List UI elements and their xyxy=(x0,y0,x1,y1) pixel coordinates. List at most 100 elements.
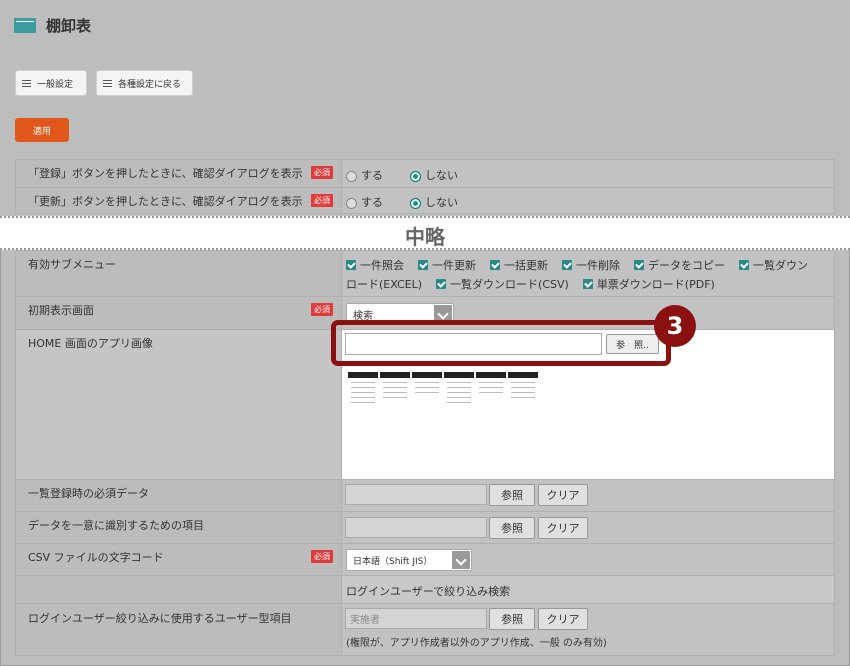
step-number-badge: 3 xyxy=(654,305,696,347)
submenu-item-label: 単票ダウンロード(PDF) xyxy=(596,278,715,291)
home-image-label-cell: HOME 画面のアプリ画像 xyxy=(15,329,342,480)
back-to-settings-label: 各種設定に戻る xyxy=(118,79,182,90)
login-filter-section-cell: ログインユーザーで絞り込み検索 xyxy=(341,575,835,604)
csv-encoding-label-cell: CSV ファイルの文字コード 必須 xyxy=(15,543,342,576)
login-filter-section-row: ログインユーザーで絞り込み検索 xyxy=(15,575,835,604)
radio-no[interactable] xyxy=(410,170,421,182)
initial-screen-label: 初期表示画面 xyxy=(28,304,94,317)
clear-button[interactable]: クリア xyxy=(538,484,588,506)
checkbox-icon xyxy=(634,260,644,270)
login-filter-input[interactable]: 実施者 xyxy=(345,608,487,629)
submenu-item[interactable]: 一件削除 xyxy=(562,259,620,272)
required-data-row: 一覧登録時の必須データ 参照 クリア xyxy=(15,479,835,512)
radio-yes[interactable] xyxy=(346,197,357,209)
confirm-update-options: する しない xyxy=(341,187,835,214)
list-icon xyxy=(22,79,31,87)
csv-encoding-row: CSV ファイルの文字コード 必須 日本語（Shift JIS） xyxy=(15,543,835,576)
reference-button[interactable]: 参照 xyxy=(489,484,535,506)
submenu-row: 有効サブメニュー 一件照会 一件更新 一括更新 一件削除 データをコピー 一覧ダ… xyxy=(15,250,835,297)
submenu-item-label: 一覧ダウンロード(CSV) xyxy=(450,278,569,291)
preview-thumbnail xyxy=(412,372,442,472)
submenu-item[interactable]: 一括更新 xyxy=(490,259,548,272)
submenu-options: 一件照会 一件更新 一括更新 一件削除 データをコピー 一覧ダウンロード(EXC… xyxy=(341,250,835,297)
chevron-down-icon xyxy=(452,551,470,569)
checkbox-icon xyxy=(582,279,593,289)
login-filter-item-row: ログインユーザー絞り込みに使用するユーザー型項目 実施者 参照 クリア (権限が… xyxy=(15,603,835,656)
submenu-label-cell: 有効サブメニュー xyxy=(15,250,342,297)
checkbox-icon xyxy=(562,260,572,270)
confirm-update-label-cell: 「更新」ボタンを押したときに、確認ダイアログを表示 必須 xyxy=(15,187,342,214)
app-window-icon xyxy=(14,18,36,33)
confirm-register-label-cell: 「登録」ボタンを押したときに、確認ダイアログを表示 必須 xyxy=(15,159,342,188)
checkbox-icon xyxy=(346,260,356,270)
submenu-item[interactable]: 一件更新 xyxy=(418,259,476,272)
home-image-label: HOME 画面のアプリ画像 xyxy=(28,337,153,350)
login-filter-section-title: ログインユーザーで絞り込み検索 xyxy=(346,585,511,598)
confirm-register-options: する しない xyxy=(341,159,835,188)
unique-item-label-cell: データを一意に識別するための項目 xyxy=(15,511,342,544)
unique-item-row: データを一意に識別するための項目 参照 クリア xyxy=(15,511,835,544)
reference-button[interactable]: 参照 xyxy=(489,608,535,630)
settings-table-top: 「登録」ボタンを押したときに、確認ダイアログを表示 必須 する しない 「更新」… xyxy=(15,159,835,214)
login-filter-item-label: ログインユーザー絞り込みに使用するユーザー型項目 xyxy=(28,612,292,625)
reference-button[interactable]: 参照 xyxy=(489,517,535,539)
general-settings-label: 一般設定 xyxy=(37,79,74,90)
required-badge: 必須 xyxy=(311,303,333,316)
radio-yes[interactable] xyxy=(346,170,357,182)
csv-encoding-value: 日本語（Shift JIS） xyxy=(353,556,433,567)
checkbox-icon xyxy=(490,260,500,270)
preview-thumbnail xyxy=(348,372,378,472)
submenu-item[interactable]: 一件照会 xyxy=(346,259,404,272)
submenu-item-label: 一件照会 xyxy=(360,259,404,272)
clear-button[interactable]: クリア xyxy=(538,608,588,630)
required-data-label: 一覧登録時の必須データ xyxy=(28,487,149,500)
preview-thumbnail xyxy=(476,372,506,472)
confirm-register-row: 「登録」ボタンを押したときに、確認ダイアログを表示 必須 する しない xyxy=(15,159,835,188)
apply-button[interactable]: 適用 xyxy=(15,118,69,142)
back-to-settings-button[interactable]: 各種設定に戻る xyxy=(96,70,193,96)
required-badge: 必須 xyxy=(311,166,333,179)
csv-encoding-select[interactable]: 日本語（Shift JIS） xyxy=(346,549,472,571)
page-title: 棚卸表 xyxy=(46,17,92,35)
submenu-item-label: データをコピー xyxy=(648,259,725,272)
section-spacer xyxy=(15,575,342,604)
submenu-item[interactable]: 単票ダウンロード(PDF) xyxy=(582,278,715,291)
required-data-label-cell: 一覧登録時の必須データ xyxy=(15,479,342,512)
radio-no-label: しない xyxy=(425,196,458,209)
submenu-item-label: 一件削除 xyxy=(576,259,620,272)
unique-item-input[interactable] xyxy=(345,517,487,538)
login-filter-item-cell: 実施者 参照 クリア (権限が、アプリ作成者以外のアプリ作成、一般 のみ有効) xyxy=(341,603,835,656)
omitted-band: 中略 xyxy=(0,216,850,250)
submenu-item-label: 一括更新 xyxy=(504,259,548,272)
submenu-item[interactable]: データをコピー xyxy=(634,259,725,272)
checkbox-icon xyxy=(418,260,428,270)
clear-button[interactable]: クリア xyxy=(538,517,588,539)
csv-encoding-label: CSV ファイルの文字コード xyxy=(28,551,164,564)
required-badge: 必須 xyxy=(311,194,333,207)
list-icon xyxy=(103,79,112,87)
required-data-input[interactable] xyxy=(345,484,487,505)
initial-screen-label-cell: 初期表示画面 必須 xyxy=(15,296,342,330)
general-settings-button[interactable]: 一般設定 xyxy=(15,70,87,96)
required-badge: 必須 xyxy=(311,550,333,563)
radio-no-label: しない xyxy=(425,169,458,182)
callout-highlight-box xyxy=(331,320,671,366)
omitted-label: 中略 xyxy=(405,225,445,249)
submenu-item[interactable]: 一覧ダウンロード(CSV) xyxy=(436,278,569,291)
settings-table-bottom: 有効サブメニュー 一件照会 一件更新 一括更新 一件削除 データをコピー 一覧ダ… xyxy=(15,250,835,656)
radio-no[interactable] xyxy=(410,197,421,209)
login-filter-placeholder: 実施者 xyxy=(350,615,380,626)
login-filter-item-label-cell: ログインユーザー絞り込みに使用するユーザー型項目 xyxy=(15,603,342,656)
preview-thumbnail xyxy=(444,372,474,472)
radio-yes-label: する xyxy=(361,169,383,182)
confirm-update-row: 「更新」ボタンを押したときに、確認ダイアログを表示 必須 する しない xyxy=(15,187,835,214)
checkbox-icon xyxy=(436,279,447,289)
confirm-register-label: 「登録」ボタンを押したときに、確認ダイアログを表示 xyxy=(28,167,303,180)
csv-encoding-cell: 日本語（Shift JIS） xyxy=(341,543,835,576)
login-filter-note: (権限が、アプリ作成者以外のアプリ作成、一般 のみ有効) xyxy=(346,638,607,649)
preview-thumbnail xyxy=(380,372,410,472)
unique-item-cell: 参照 クリア xyxy=(341,511,835,544)
radio-yes-label: する xyxy=(361,196,383,209)
preview-thumbnail xyxy=(508,372,538,472)
confirm-update-label: 「更新」ボタンを押したときに、確認ダイアログを表示 xyxy=(28,195,303,208)
